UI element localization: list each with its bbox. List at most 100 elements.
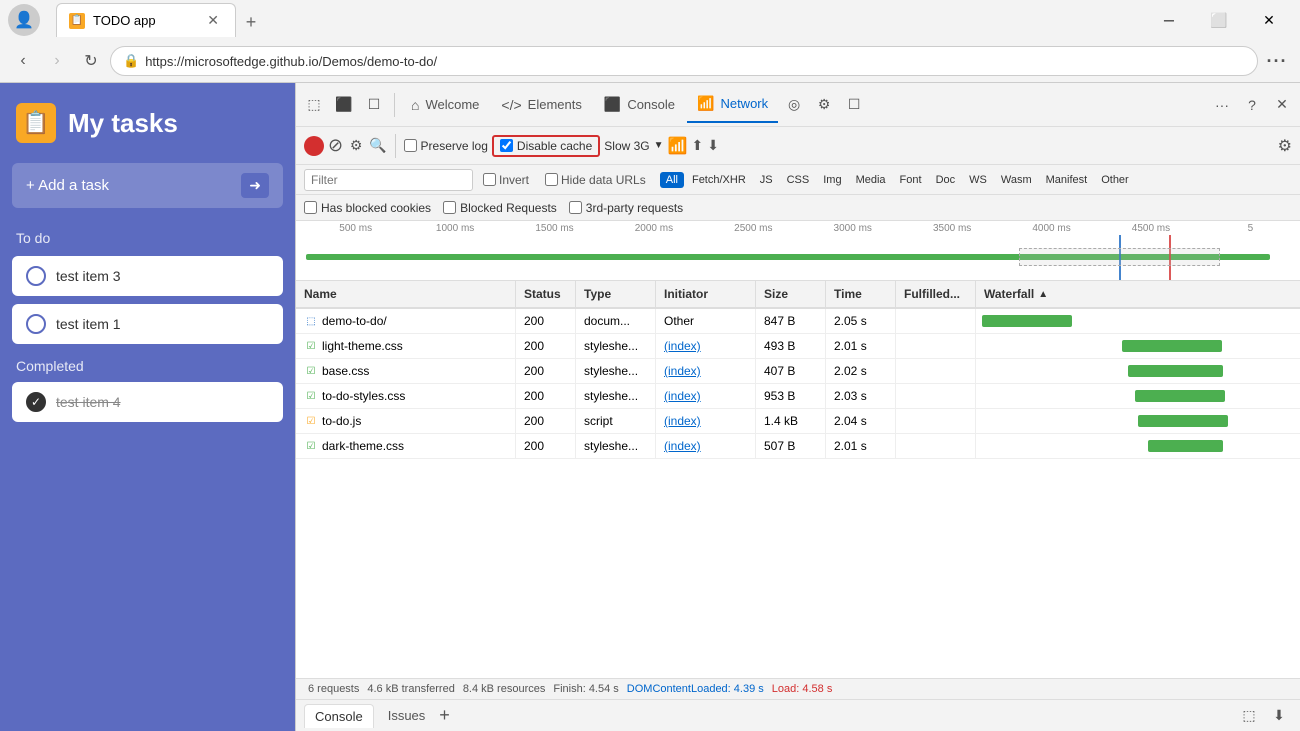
task-checkbox-3[interactable] [26,266,46,286]
restore-button[interactable]: ⬜ [1196,4,1242,36]
screen-cast-button[interactable]: ☐ [840,91,868,119]
third-party-input[interactable] [569,201,582,214]
initiator-link-3[interactable]: (index) [664,389,701,403]
initiator-link-1[interactable]: (index) [664,339,701,353]
bottom-tab-console[interactable]: Console [304,704,374,728]
performance-button[interactable]: ◎ [780,91,808,119]
hide-data-urls-input[interactable] [545,173,558,186]
bottom-tab-issues[interactable]: Issues [378,704,436,727]
type-manifest-button[interactable]: Manifest [1040,172,1094,188]
active-tab[interactable]: 📋 TODO app ✕ [56,3,236,37]
invert-checkbox[interactable]: Invert [477,171,535,189]
filter-input[interactable] [304,169,473,191]
preserve-log-checkbox[interactable]: Preserve log [404,139,488,153]
task-checkbox-4[interactable]: ✓ [26,392,46,412]
type-img-button[interactable]: Img [817,172,847,188]
undock-button[interactable]: ⬚ [1236,703,1262,729]
invert-input[interactable] [483,173,496,186]
forward-button[interactable]: › [42,46,72,76]
preserve-log-input[interactable] [404,139,417,152]
blocked-cookies-checkbox[interactable]: Has blocked cookies [304,201,431,215]
th-fulfilled[interactable]: Fulfilled... [896,281,976,307]
table-row[interactable]: ☑ light-theme.css 200 styleshe... (index… [296,334,1300,359]
tab-welcome[interactable]: ⌂ Welcome [401,87,489,123]
add-task-button[interactable]: + Add a task ➜ [12,163,283,208]
refresh-button[interactable]: ↻ [76,46,106,76]
type-js-button[interactable]: JS [754,172,779,188]
minimize-button[interactable]: ─ [1146,4,1192,36]
close-button[interactable]: ✕ [1246,4,1292,36]
blocked-requests-checkbox[interactable]: Blocked Requests [443,201,557,215]
record-button[interactable] [304,136,324,156]
th-status[interactable]: Status [516,281,576,307]
td-initiator-4[interactable]: (index) [656,409,756,433]
th-name-label: Name [304,287,337,301]
th-time[interactable]: Time [826,281,896,307]
tab-close-button[interactable]: ✕ [203,10,223,31]
task-item-3[interactable]: test item 3 [12,256,283,296]
clear-button[interactable]: ⊘ [328,135,343,156]
td-initiator-2[interactable]: (index) [656,359,756,383]
throttling-selector[interactable]: Slow 3G ▼ [604,139,663,153]
task-item-4[interactable]: ✓ test item 4 [12,382,283,422]
type-css-button[interactable]: CSS [781,172,816,188]
tab-console[interactable]: ⬛ Console [594,87,685,123]
more-tabs-button[interactable]: ··· [1208,91,1236,119]
type-all-button[interactable]: All [660,172,684,188]
td-initiator-3[interactable]: (index) [656,384,756,408]
task-item-1[interactable]: test item 1 [12,304,283,344]
type-other-button[interactable]: Other [1095,172,1135,188]
disable-cache-checkbox[interactable]: Disable cache [500,139,592,153]
tab-elements[interactable]: </> Elements [491,87,591,123]
table-row[interactable]: ⬚ demo-to-do/ 200 docum... Other 847 B 2… [296,309,1300,334]
initiator-link-4[interactable]: (index) [664,414,701,428]
wifi-icon[interactable]: 📶 [668,136,688,156]
address-bar[interactable]: 🔒 [110,46,1258,76]
close-drawer-button[interactable]: ⬇ [1266,703,1292,729]
table-row[interactable]: ☑ to-do-styles.css 200 styleshe... (inde… [296,384,1300,409]
welcome-icon: ⌂ [411,97,419,113]
device-emulation-button[interactable]: ☐ [360,91,388,119]
initiator-link-2[interactable]: (index) [664,364,701,378]
tab-network[interactable]: 📶 Network [687,87,778,123]
type-filter-buttons: All Fetch/XHR JS CSS Img Media Font Doc … [660,172,1135,188]
type-doc-button[interactable]: Doc [930,172,962,188]
devtools-close-button[interactable]: ✕ [1268,91,1296,119]
inspect-element-button[interactable]: ⬚ [300,91,328,119]
back-button[interactable]: ‹ [8,46,38,76]
td-initiator-1[interactable]: (index) [656,334,756,358]
type-wasm-button[interactable]: Wasm [995,172,1038,188]
hide-data-urls-checkbox[interactable]: Hide data URLs [539,171,652,189]
initiator-link-5[interactable]: (index) [664,439,701,453]
add-panel-button[interactable]: + [439,705,450,726]
url-input[interactable] [145,54,1245,69]
th-initiator[interactable]: Initiator [656,281,756,307]
type-media-button[interactable]: Media [850,172,892,188]
blocked-requests-input[interactable] [443,201,456,214]
type-ws-button[interactable]: WS [963,172,993,188]
timeline-selection[interactable] [1019,248,1220,266]
help-button[interactable]: ? [1238,91,1266,119]
search-network-button[interactable]: 🔍 [369,137,386,154]
table-row[interactable]: ☑ dark-theme.css 200 styleshe... (index)… [296,434,1300,459]
more-options-button[interactable]: ··· [1262,46,1292,76]
type-fetch-xhr-button[interactable]: Fetch/XHR [686,172,752,188]
third-party-checkbox[interactable]: 3rd-party requests [569,201,683,215]
table-row[interactable]: ☑ to-do.js 200 script (index) 1.4 kB 2.0… [296,409,1300,434]
network-settings-button[interactable]: ⚙ [1278,136,1292,156]
table-row[interactable]: ☑ base.css 200 styleshe... (index) 407 B… [296,359,1300,384]
device-toggle-button[interactable]: ⬛ [330,91,358,119]
settings-button[interactable]: ⚙ [810,91,838,119]
task-checkbox-1[interactable] [26,314,46,334]
tl-5: 5 [1201,223,1300,234]
blocked-cookies-input[interactable] [304,201,317,214]
td-initiator-5[interactable]: (index) [656,434,756,458]
th-size[interactable]: Size [756,281,826,307]
type-font-button[interactable]: Font [894,172,928,188]
th-type[interactable]: Type [576,281,656,307]
filter-options-button[interactable]: ⚙ [347,137,365,155]
new-tab-button[interactable]: + [236,7,266,37]
disable-cache-input[interactable] [500,139,513,152]
th-name[interactable]: Name [296,281,516,307]
th-waterfall[interactable]: Waterfall ▲ [976,281,1300,307]
